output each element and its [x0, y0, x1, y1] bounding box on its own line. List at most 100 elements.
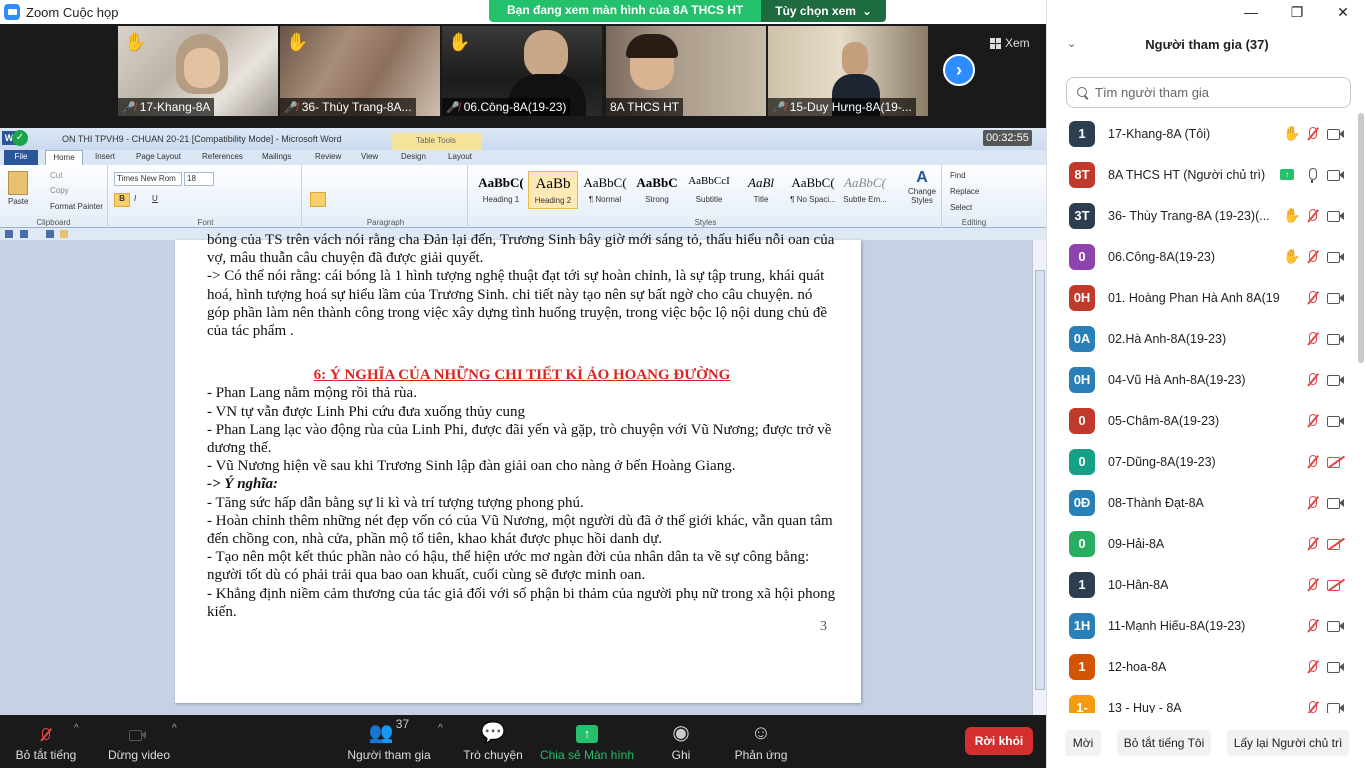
invite-button[interactable]: Mời	[1065, 730, 1101, 756]
tab-file[interactable]: File	[4, 150, 38, 165]
tab-page-layout[interactable]: Page Layout	[136, 152, 181, 161]
mic-off-icon[interactable]	[1304, 700, 1320, 714]
video-thumbnail[interactable]: 8A THCS HT	[606, 26, 766, 116]
view-layout-button[interactable]: Xem	[990, 36, 1030, 50]
vertical-scrollbar[interactable]	[1032, 240, 1046, 715]
mic-off-icon[interactable]	[1304, 208, 1320, 224]
participant-row[interactable]: 1 12-hoa-8A	[1047, 646, 1352, 687]
mic-off-icon[interactable]	[1304, 413, 1320, 429]
search-input[interactable]	[1095, 85, 1335, 100]
reclaim-host-button[interactable]: Lấy lại Người chủ trì	[1227, 730, 1349, 756]
participant-row[interactable]: 1 10-Hân-8A	[1047, 564, 1352, 605]
mic-off-icon[interactable]	[1304, 249, 1320, 265]
style-subtitle[interactable]: AaBbCcI Subtitle	[684, 171, 734, 209]
unmute-me-button[interactable]: Bỏ tắt tiếng Tôi	[1117, 730, 1211, 756]
video-off-icon[interactable]	[1327, 455, 1345, 469]
video-camera-icon[interactable]	[1327, 496, 1345, 510]
open-icon[interactable]	[60, 230, 68, 238]
chevron-up-icon[interactable]: ^	[172, 723, 177, 734]
scrollbar-thumb[interactable]	[1035, 270, 1045, 690]
participant-row[interactable]: 0 09-Hải-8A	[1047, 523, 1352, 564]
participant-row[interactable]: 3T 36- Thùy Trang-8A (19-23)(... ✋	[1047, 195, 1352, 236]
tab-review[interactable]: Review	[315, 152, 341, 161]
video-camera-icon[interactable]	[1327, 291, 1345, 305]
video-camera-icon[interactable]	[1327, 168, 1345, 182]
minimize-button[interactable]: —	[1228, 0, 1274, 24]
underline-button[interactable]: U	[152, 194, 158, 203]
tab-home[interactable]: Home	[45, 150, 83, 165]
reactions-button[interactable]: ☺ Phản ứng	[730, 715, 792, 768]
participant-row[interactable]: 0Đ 08-Thành Đạt-8A	[1047, 482, 1352, 523]
chat-button[interactable]: 💬 Trò chuyện	[460, 715, 526, 768]
copy-button[interactable]: Copy	[50, 186, 69, 195]
style-heading-1[interactable]: AaBbC(Heading 1	[476, 171, 526, 209]
font-size-select[interactable]: 18	[184, 172, 214, 186]
stop-video-button[interactable]: Dừng video ^	[104, 715, 177, 768]
participant-row[interactable]: 0H 01. Hoàng Phan Hà Anh 8A(19-...	[1047, 277, 1352, 318]
panel-scrollbar[interactable]	[1358, 113, 1364, 363]
video-camera-icon[interactable]	[1327, 414, 1345, 428]
align-left-button[interactable]	[310, 192, 326, 207]
participant-row[interactable]: 0 05-Châm-8A(19-23)	[1047, 400, 1352, 441]
bold-button[interactable]: B	[114, 193, 130, 207]
participants-button[interactable]: 👥 37 Người tham gia ^	[342, 715, 442, 768]
style-no-spacing[interactable]: AaBbC(¶ No Spaci...	[788, 171, 838, 209]
mic-off-icon[interactable]	[1304, 659, 1320, 675]
participant-row[interactable]: 8T 8A THCS HT (Người chủ trì) ↑	[1047, 154, 1352, 195]
tab-layout[interactable]: Layout	[448, 152, 472, 161]
mic-off-icon[interactable]	[1304, 126, 1320, 142]
change-styles-button[interactable]: A Change Styles	[906, 169, 938, 205]
mic-off-icon[interactable]	[1304, 495, 1320, 511]
style-normal[interactable]: AaBbC(¶ Normal	[580, 171, 630, 209]
participant-search[interactable]	[1066, 77, 1351, 108]
video-off-icon[interactable]	[1327, 537, 1345, 551]
share-screen-button[interactable]: ↑ Chia sẻ Màn hình	[538, 715, 636, 768]
video-thumbnail[interactable]: ✋ 🎤̸ 17-Khang-8A	[118, 26, 278, 116]
find-button[interactable]: Find	[950, 171, 966, 180]
tab-references[interactable]: References	[202, 152, 243, 161]
close-button[interactable]: ✕	[1320, 0, 1366, 24]
record-button[interactable]: ◉ Ghi	[660, 715, 702, 768]
tab-insert[interactable]: Insert	[95, 152, 115, 161]
save-icon[interactable]	[5, 230, 13, 238]
participant-row[interactable]: 1- 13 - Huy - 8A	[1047, 687, 1352, 713]
mic-on-icon[interactable]	[1304, 167, 1320, 183]
style-title[interactable]: AaBl Title	[736, 171, 786, 209]
paste-button[interactable]: Paste	[8, 197, 28, 206]
style-heading-2[interactable]: AaBb Heading 2	[528, 171, 578, 209]
mic-off-icon[interactable]	[1304, 536, 1320, 552]
document-text[interactable]: bóng của TS trên vách nói rằng cha Đản l…	[207, 232, 837, 621]
leave-button[interactable]: Rời khỏi	[965, 727, 1033, 755]
tab-view[interactable]: View	[361, 152, 378, 161]
cut-button[interactable]: Cut	[50, 171, 62, 180]
style-subtle-emphasis[interactable]: AaBbC(Subtle Em...	[840, 171, 890, 209]
mic-off-icon[interactable]	[1304, 331, 1320, 347]
participant-row[interactable]: 0H 04-Vũ Hà Anh-8A(19-23)	[1047, 359, 1352, 400]
maximize-button[interactable]: ❐	[1274, 0, 1320, 24]
select-button[interactable]: Select	[950, 203, 972, 212]
redo-icon[interactable]	[46, 230, 54, 238]
mute-button[interactable]: Bỏ tắt tiếng ^	[10, 715, 82, 768]
participant-row[interactable]: 1 17-Khang-8A (Tôi) ✋	[1047, 113, 1352, 154]
participant-row[interactable]: 0 07-Dũng-8A(19-23)	[1047, 441, 1352, 482]
video-thumbnail[interactable]: ✋ 🎤̸ 36- Thùy Trang-8A...	[280, 26, 440, 116]
video-camera-icon[interactable]	[1327, 619, 1345, 633]
style-strong[interactable]: AaBbC Strong	[632, 171, 682, 209]
video-camera-icon[interactable]	[1327, 373, 1345, 387]
participant-row[interactable]: 0 06.Công-8A(19-23) ✋	[1047, 236, 1352, 277]
mic-off-icon[interactable]	[1304, 618, 1320, 634]
chevron-up-icon[interactable]: ^	[438, 723, 443, 734]
font-name-select[interactable]: Times New Rom	[114, 172, 182, 186]
mic-off-icon[interactable]	[1304, 372, 1320, 388]
video-thumbnail[interactable]: 🎤̸ 15-Duy Hưng-8A(19-...	[768, 26, 928, 116]
mic-off-icon[interactable]	[1304, 454, 1320, 470]
participant-row[interactable]: 0A 02.Hà Anh-8A(19-23)	[1047, 318, 1352, 359]
video-camera-icon[interactable]	[1327, 127, 1345, 141]
video-off-icon[interactable]	[1327, 578, 1345, 592]
video-camera-icon[interactable]	[1327, 250, 1345, 264]
next-page-button[interactable]: ›	[943, 54, 975, 86]
video-thumbnail[interactable]: ✋ 🎤̸ 06.Công-8A(19-23)	[442, 26, 602, 116]
video-camera-icon[interactable]	[1327, 332, 1345, 346]
video-camera-icon[interactable]	[1327, 660, 1345, 674]
mic-off-icon[interactable]	[1304, 577, 1320, 593]
